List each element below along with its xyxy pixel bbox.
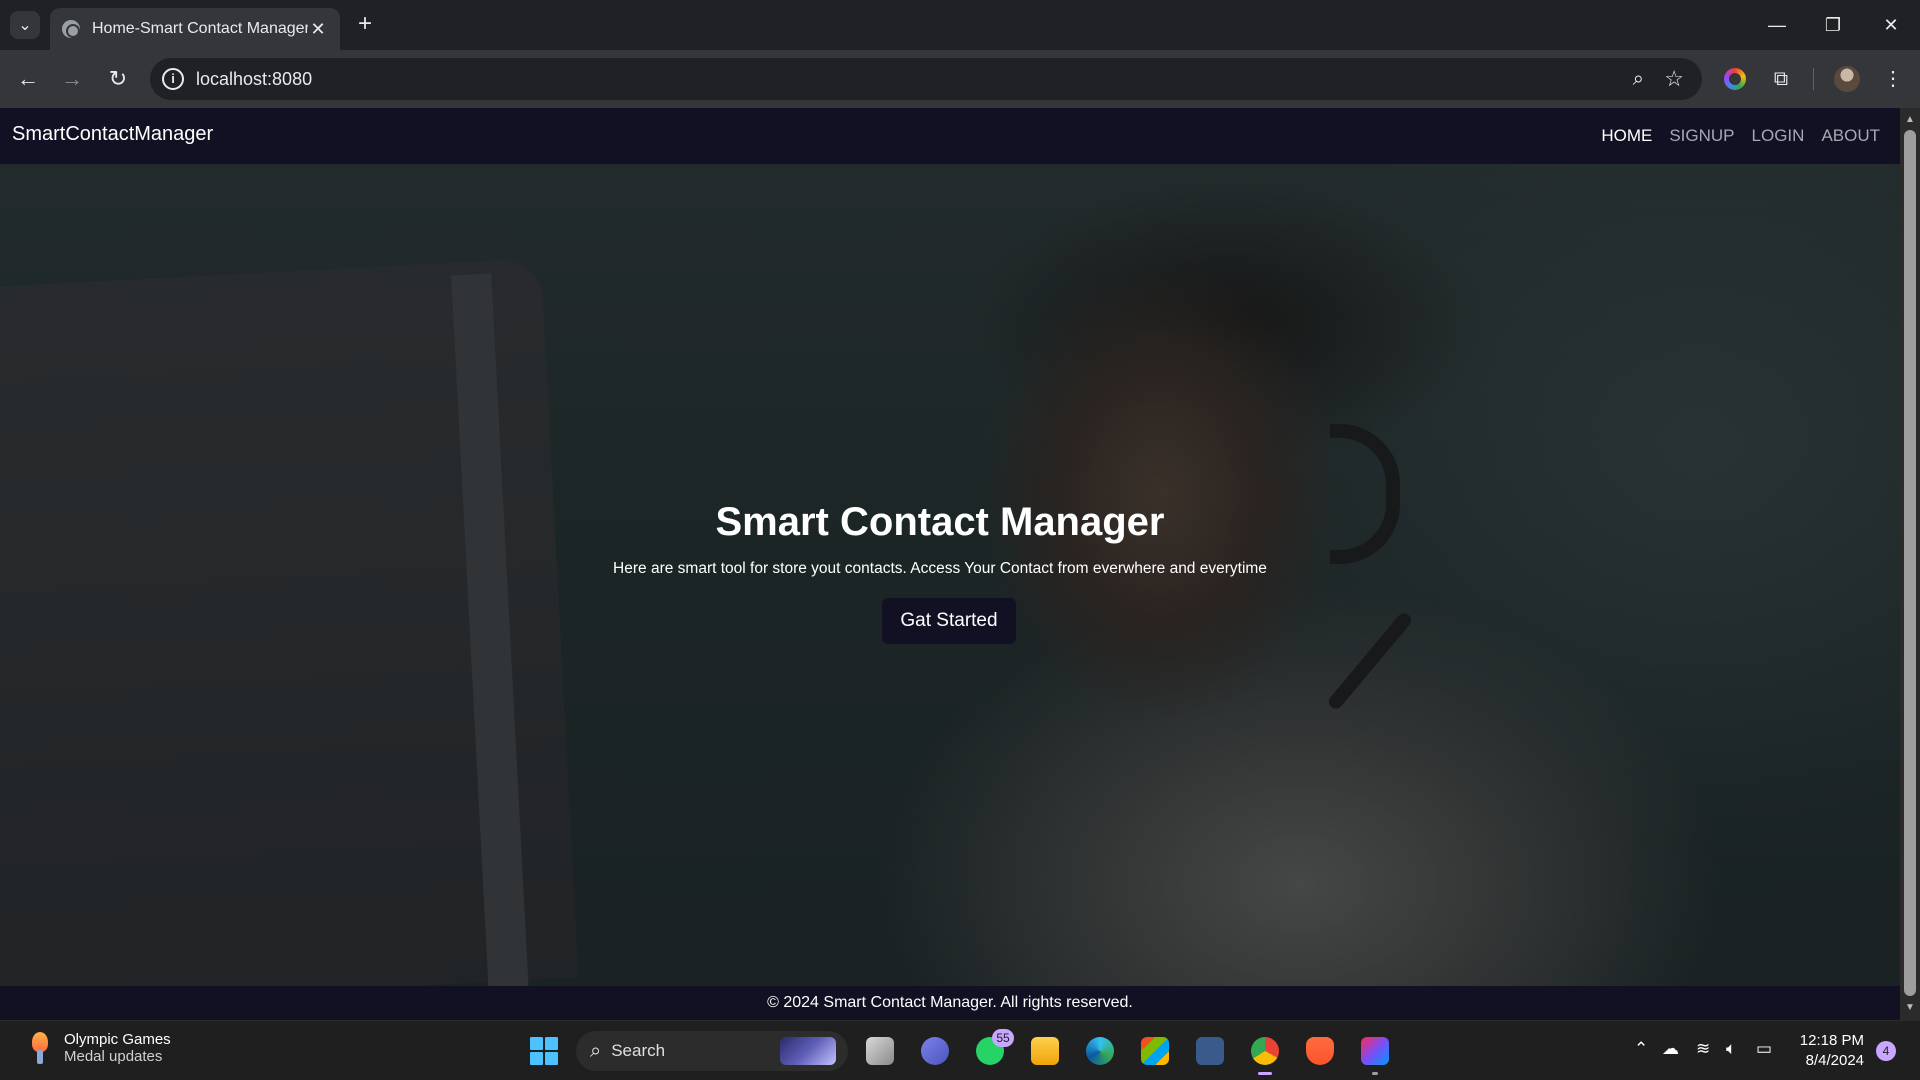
- news-widget[interactable]: Olympic Games Medal updates: [28, 1031, 171, 1065]
- site-info-icon[interactable]: i: [162, 68, 184, 90]
- brave-button[interactable]: [1302, 1033, 1338, 1069]
- folder-icon: [1031, 1037, 1059, 1065]
- windows-taskbar: Olympic Games Medal updates ⌕ Search 55: [0, 1020, 1920, 1080]
- windows-logo-tile: [545, 1052, 558, 1065]
- browser-tab-strip: ⌄ Home-Smart Contact Manager ✕ + — ❐ ✕: [0, 0, 1920, 50]
- nav-home-link[interactable]: HOME: [1601, 126, 1652, 146]
- code-editor-button[interactable]: [1192, 1033, 1228, 1069]
- task-view-button[interactable]: [862, 1033, 898, 1069]
- intellij-button[interactable]: [1357, 1033, 1393, 1075]
- chevron-up-icon[interactable]: ⌃: [1634, 1039, 1648, 1059]
- scroll-down-arrow-icon[interactable]: ▼: [1900, 1000, 1920, 1016]
- reload-button[interactable]: ↻: [103, 64, 133, 94]
- wifi-icon[interactable]: ≋: [1696, 1039, 1710, 1059]
- minimize-button[interactable]: —: [1752, 10, 1802, 40]
- tab-title: Home-Smart Contact Manager: [92, 20, 308, 37]
- close-window-button[interactable]: ✕: [1866, 10, 1916, 40]
- olympic-torch-icon: [28, 1032, 52, 1064]
- extensions-puzzle-icon[interactable]: ⧉: [1766, 64, 1796, 94]
- toolbar-divider: [1813, 68, 1814, 90]
- widget-title: Olympic Games: [64, 1031, 171, 1048]
- get-started-button[interactable]: Gat Started: [882, 598, 1016, 644]
- intellij-icon: [1361, 1037, 1389, 1065]
- tab-close-button[interactable]: ✕: [308, 19, 328, 40]
- profile-avatar[interactable]: [1834, 66, 1860, 92]
- windows-logo-tile: [530, 1052, 543, 1065]
- hero-section: Smart Contact Manager Here are smart too…: [0, 164, 1900, 986]
- nav-links: HOME SIGNUP LOGIN ABOUT: [1601, 126, 1880, 146]
- meet-app-button[interactable]: [917, 1033, 953, 1069]
- scrollbar-thumb[interactable]: [1904, 130, 1916, 996]
- running-app-indicator: [1372, 1072, 1378, 1075]
- hero-title: Smart Contact Manager: [715, 500, 1165, 544]
- back-button[interactable]: ←: [13, 64, 43, 94]
- site-navbar: SmartContactManager HOME SIGNUP LOGIN AB…: [0, 108, 1900, 164]
- page-viewport: SmartContactManager HOME SIGNUP LOGIN AB…: [0, 108, 1900, 1020]
- taskbar-search-box[interactable]: ⌕ Search: [576, 1031, 848, 1071]
- nav-about-link[interactable]: ABOUT: [1821, 126, 1880, 146]
- browser-tab-active[interactable]: Home-Smart Contact Manager ✕: [50, 8, 340, 50]
- menu-kebab-icon[interactable]: ⋮: [1878, 64, 1908, 94]
- nav-signup-link[interactable]: SIGNUP: [1669, 126, 1734, 146]
- store-button[interactable]: [1137, 1033, 1173, 1069]
- reload-icon: ↻: [108, 66, 128, 91]
- hero-content: Smart Contact Manager Here are smart too…: [0, 164, 1900, 986]
- active-app-indicator: [1258, 1072, 1272, 1075]
- forward-button[interactable]: →: [57, 64, 87, 94]
- volume-icon[interactable]: 🔈︎: [1726, 1039, 1736, 1059]
- zoom-icon[interactable]: ⌕: [1633, 68, 1644, 91]
- bookmark-star-icon[interactable]: ☆: [1664, 66, 1684, 92]
- windows-logo-tile: [530, 1037, 543, 1050]
- arrow-right-icon: →: [61, 66, 83, 91]
- site-brand-link[interactable]: SmartContactManager: [12, 123, 213, 146]
- page-scrollbar[interactable]: ▲ ▼: [1900, 108, 1920, 1020]
- chrome-button[interactable]: [1247, 1033, 1283, 1075]
- edge-button[interactable]: [1082, 1033, 1118, 1069]
- edge-browser-icon: [1086, 1037, 1114, 1065]
- taskbar-search-label: Search: [611, 1041, 666, 1060]
- scroll-up-arrow-icon[interactable]: ▲: [1900, 112, 1920, 128]
- arrow-left-icon: ←: [17, 66, 39, 91]
- chevron-down-icon: ⌄: [18, 17, 32, 34]
- video-chat-icon: [921, 1037, 949, 1065]
- site-footer: © 2024 Smart Contact Manager. All rights…: [0, 986, 1900, 1020]
- widget-subtitle: Medal updates: [64, 1048, 163, 1065]
- clock-date: 8/4/2024: [1805, 1052, 1864, 1069]
- url-text[interactable]: localhost:8080: [196, 69, 312, 90]
- address-bar[interactable]: i localhost:8080 ⌕ ☆: [150, 58, 1702, 100]
- store-icon: [1141, 1037, 1169, 1065]
- system-clock[interactable]: 12:18 PM 8/4/2024: [1796, 1031, 1864, 1071]
- search-highlight-art-icon: [780, 1037, 836, 1065]
- search-icon: ⌕: [590, 1039, 602, 1062]
- file-explorer-button[interactable]: [1027, 1033, 1063, 1069]
- windows-logo-tile: [545, 1037, 558, 1050]
- brave-lion-icon: [1306, 1037, 1334, 1065]
- chrome-icon: [1251, 1037, 1279, 1065]
- start-button[interactable]: [530, 1037, 558, 1065]
- extension-icon[interactable]: [1724, 68, 1746, 90]
- new-tab-button[interactable]: +: [352, 12, 378, 38]
- task-view-icon: [866, 1037, 894, 1065]
- battery-icon[interactable]: ▭: [1756, 1039, 1772, 1059]
- hero-subtitle: Here are smart tool for store yout conta…: [613, 560, 1267, 577]
- notification-count-badge[interactable]: 4: [1876, 1041, 1896, 1061]
- clock-time: 12:18 PM: [1799, 1032, 1864, 1049]
- tab-search-button[interactable]: ⌄: [10, 11, 40, 39]
- whatsapp-unread-badge: 55: [992, 1029, 1014, 1047]
- editor-app-icon: [1196, 1037, 1224, 1065]
- browser-toolbar: ← → ↻ i localhost:8080 ⌕ ☆ ⧉ ⋮: [0, 50, 1920, 108]
- cloud-icon[interactable]: ☁: [1662, 1039, 1679, 1059]
- nav-login-link[interactable]: LOGIN: [1752, 126, 1805, 146]
- globe-icon: [62, 20, 80, 38]
- restore-button[interactable]: ❐: [1808, 10, 1858, 40]
- whatsapp-button[interactable]: 55: [972, 1029, 1014, 1069]
